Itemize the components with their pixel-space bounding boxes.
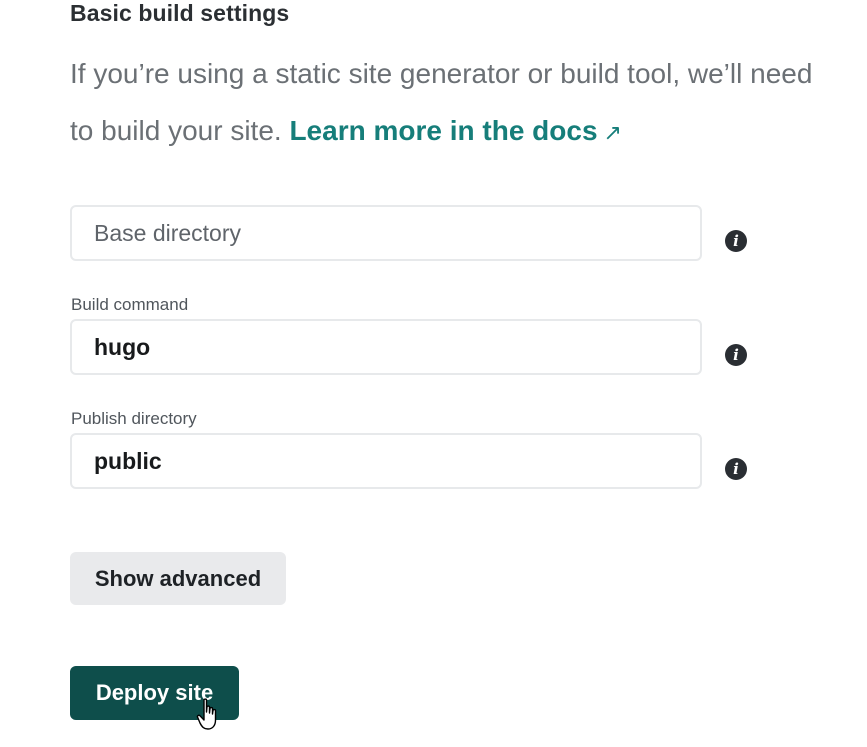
show-advanced-button[interactable]: Show advanced <box>70 552 286 605</box>
build-command-label: Build command <box>71 295 189 314</box>
info-icon[interactable]: i <box>725 458 747 480</box>
description-line-2: to build your site. Learn more in the do… <box>70 102 867 161</box>
section-title: Basic build settings <box>70 0 290 26</box>
info-icon[interactable]: i <box>725 344 747 366</box>
base-directory-input[interactable] <box>72 207 700 259</box>
docs-link-label: Learn more in the docs <box>289 115 598 146</box>
description-line-2-text: to build your site. <box>70 115 282 146</box>
info-icon[interactable]: i <box>725 230 747 252</box>
base-directory-field[interactable] <box>70 205 702 261</box>
publish-directory-input[interactable] <box>72 435 700 487</box>
publish-directory-label: Publish directory <box>71 409 197 428</box>
publish-directory-field[interactable] <box>70 433 702 489</box>
docs-link[interactable]: Learn more in the docs ↗ <box>289 115 622 146</box>
section-description: If you’re using a static site generator … <box>70 45 867 161</box>
build-command-input[interactable] <box>72 321 700 373</box>
hand-pointer-icon <box>196 698 217 730</box>
external-arrow-icon: ↗ <box>603 120 622 145</box>
build-command-field[interactable] <box>70 319 702 375</box>
description-line-1: If you’re using a static site generator … <box>70 58 813 89</box>
